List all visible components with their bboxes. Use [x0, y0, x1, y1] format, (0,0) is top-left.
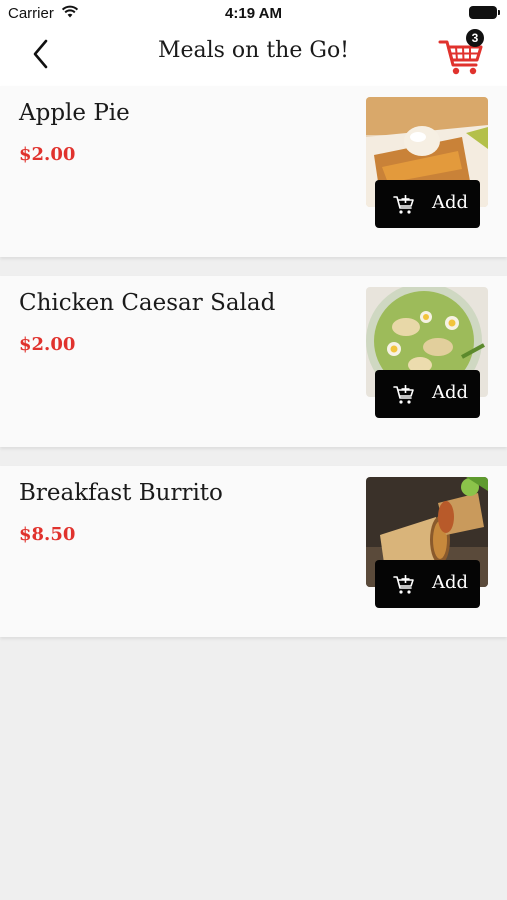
navigation-bar: Meals on the Go! 3	[0, 26, 507, 86]
add-to-cart-icon	[393, 383, 415, 409]
status-time: 4:19 AM	[225, 5, 282, 22]
add-button-label: Add	[432, 382, 469, 403]
item-price: $2.00	[19, 334, 76, 355]
menu-item-card[interactable]: Apple Pie $2.00 Add	[0, 86, 507, 257]
add-button-label: Add	[432, 572, 469, 593]
menu-item-card[interactable]: Breakfast Burrito $8.50 Add	[0, 466, 507, 637]
add-to-cart-icon	[393, 573, 415, 599]
battery-icon	[469, 6, 500, 19]
page-title: Meals on the Go!	[157, 38, 350, 63]
add-to-cart-button[interactable]: Add	[375, 180, 480, 228]
add-button-label: Add	[432, 192, 469, 213]
item-price: $8.50	[19, 524, 76, 545]
add-to-cart-button[interactable]: Add	[375, 370, 480, 418]
cart-count-badge: 3	[466, 29, 484, 47]
item-name: Breakfast Burrito	[19, 480, 223, 506]
menu-list: Apple Pie $2.00 Add Chicken Caesar Salad…	[0, 86, 507, 656]
menu-item-card[interactable]: Chicken Caesar Salad $2.00 Add	[0, 276, 507, 447]
add-to-cart-icon	[393, 193, 415, 219]
item-name: Apple Pie	[19, 100, 130, 126]
item-name: Chicken Caesar Salad	[19, 290, 276, 316]
item-price: $2.00	[19, 144, 76, 165]
status-bar: Carrier 4:19 AM	[0, 0, 507, 26]
add-to-cart-button[interactable]: Add	[375, 560, 480, 608]
